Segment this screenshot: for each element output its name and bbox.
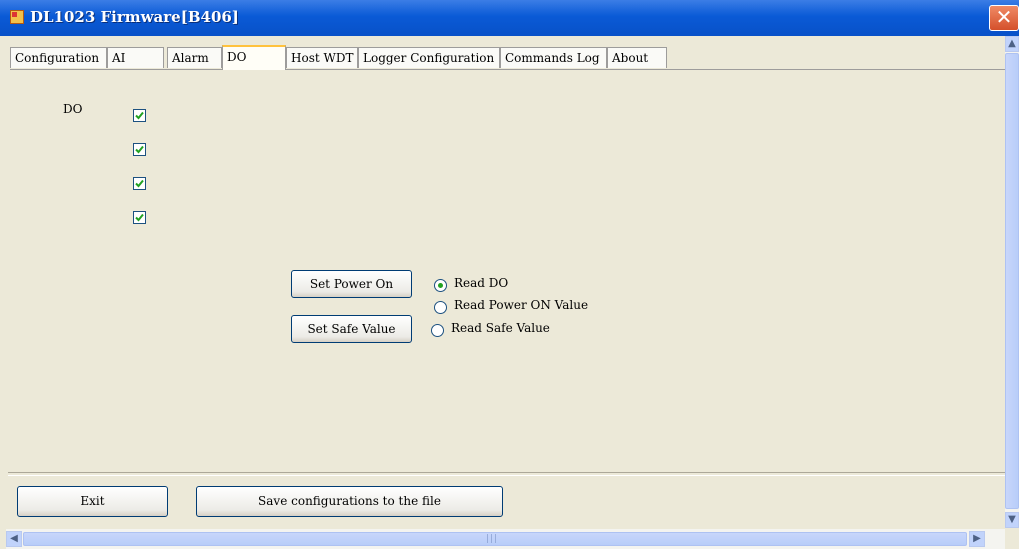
vertical-scrollbar[interactable]: ▲ ▼ bbox=[1005, 36, 1019, 528]
arrow-left-icon[interactable]: ◀ bbox=[6, 531, 22, 547]
do-label: DO bbox=[63, 102, 83, 116]
save-configurations-button[interactable]: Save configurations to the file bbox=[196, 486, 503, 517]
do-channel-0-checkbox[interactable] bbox=[133, 109, 146, 122]
set-power-on-button[interactable]: Set Power On bbox=[291, 270, 412, 298]
check-icon bbox=[135, 213, 144, 222]
title-bar[interactable]: DL1023 Firmware[B406] ✕ bbox=[0, 0, 1019, 36]
check-icon bbox=[135, 111, 144, 120]
tab-do[interactable]: DO bbox=[222, 45, 286, 70]
set-safe-value-button[interactable]: Set Safe Value bbox=[291, 315, 412, 343]
read-power-on-value-radio[interactable] bbox=[434, 301, 447, 314]
check-icon bbox=[135, 145, 144, 154]
read-do-label[interactable]: Read DO bbox=[454, 276, 508, 290]
arrow-up-icon[interactable]: ▲ bbox=[1005, 36, 1019, 52]
close-button[interactable]: ✕ bbox=[989, 5, 1019, 31]
radio-selected-icon bbox=[438, 283, 443, 288]
window-title: DL1023 Firmware[B406] bbox=[30, 8, 239, 26]
read-safe-value-label[interactable]: Read Safe Value bbox=[451, 321, 550, 335]
do-channel-1-checkbox[interactable] bbox=[133, 143, 146, 156]
arrow-down-icon[interactable]: ▼ bbox=[1005, 512, 1019, 528]
scroll-grip-icon: ||| bbox=[486, 534, 499, 544]
footer-separator bbox=[8, 472, 1005, 476]
read-safe-value-radio[interactable] bbox=[431, 324, 444, 337]
tab-ai[interactable]: AI bbox=[107, 47, 164, 68]
tab-logger-configuration[interactable]: Logger Configuration bbox=[358, 47, 500, 68]
tab-configuration[interactable]: Configuration bbox=[10, 47, 107, 68]
do-channel-2-checkbox[interactable] bbox=[133, 177, 146, 190]
tab-about[interactable]: About bbox=[607, 47, 667, 68]
tab-commands-log[interactable]: Commands Log bbox=[500, 47, 607, 68]
check-icon bbox=[135, 179, 144, 188]
do-channel-3-checkbox[interactable] bbox=[133, 211, 146, 224]
horizontal-scroll-thumb[interactable]: ||| bbox=[23, 532, 967, 546]
read-do-radio[interactable] bbox=[434, 279, 447, 292]
tab-alarm[interactable]: Alarm bbox=[167, 47, 222, 68]
app-icon bbox=[10, 10, 24, 24]
tab-panel-do bbox=[10, 69, 1005, 472]
exit-button[interactable]: Exit bbox=[17, 486, 168, 517]
vertical-scroll-thumb[interactable] bbox=[1005, 53, 1019, 509]
tab-host-wdt[interactable]: Host WDT bbox=[286, 47, 358, 68]
arrow-right-icon[interactable]: ▶ bbox=[969, 531, 985, 547]
read-power-on-value-label[interactable]: Read Power ON Value bbox=[454, 298, 588, 312]
horizontal-scrollbar[interactable]: ◀ ||| ▶ bbox=[6, 529, 1005, 549]
